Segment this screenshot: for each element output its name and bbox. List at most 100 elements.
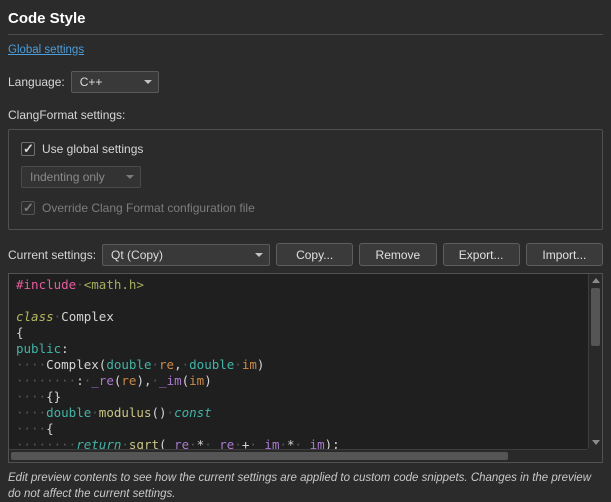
language-combo-value: C++ xyxy=(80,75,103,89)
code-preview-editor[interactable]: #include·<math.h> class·Complex{public:·… xyxy=(8,273,603,463)
horizontal-scroll-thumb[interactable] xyxy=(11,452,508,460)
code-token-ws: ········ xyxy=(16,437,76,449)
code-token-plain: Complex( xyxy=(46,357,106,372)
code-token-ws: · xyxy=(204,437,212,449)
global-settings-link[interactable]: Global settings xyxy=(8,44,84,56)
code-token-param: im xyxy=(242,357,257,372)
code-token-plain: Complex xyxy=(61,309,114,324)
code-token-str: <math.h> xyxy=(84,277,144,292)
code-line: class·Complex xyxy=(16,309,587,325)
code-line: ····Complex(double·re,·double·im) xyxy=(16,357,587,373)
page-title: Code Style xyxy=(8,10,603,27)
code-token-mem: _im xyxy=(257,437,280,449)
code-token-plain: , xyxy=(174,357,182,372)
chevron-down-icon xyxy=(144,80,152,84)
current-settings-label: Current settings: xyxy=(8,248,96,262)
code-line: ····{ xyxy=(16,421,587,437)
code-line: public: xyxy=(16,341,587,357)
code-token-plain: * xyxy=(287,437,295,449)
indenting-only-combo-value: Indenting only xyxy=(30,170,105,184)
code-token-plain: ( xyxy=(159,437,167,449)
code-token-param: re xyxy=(159,357,174,372)
code-token-ws: · xyxy=(189,437,197,449)
code-token-plain: : xyxy=(61,341,69,356)
code-token-plain: ) xyxy=(204,373,212,388)
checkbox-checked-icon xyxy=(21,201,35,215)
scrollbar-corner xyxy=(587,449,602,462)
code-token-ws: ········ xyxy=(16,373,76,388)
indenting-only-combo[interactable]: Indenting only xyxy=(21,166,141,188)
code-token-mem: _im xyxy=(159,373,182,388)
code-line xyxy=(16,293,587,309)
code-token-fn: sqrt xyxy=(129,437,159,449)
code-token-ws: · xyxy=(182,357,190,372)
code-token-plain: { xyxy=(46,421,54,436)
language-combo[interactable]: C++ xyxy=(71,71,159,93)
code-token-mem: _re xyxy=(91,373,114,388)
clangformat-settings-label: ClangFormat settings: xyxy=(8,108,603,122)
vertical-scrollbar[interactable] xyxy=(588,274,602,449)
code-token-param: re xyxy=(121,373,136,388)
code-line: ········return·sqrt(_re·*·_re·+·_im·*·_i… xyxy=(16,437,587,449)
code-token-kw: public xyxy=(16,341,61,356)
override-clang-format-checkbox[interactable]: Override Clang Format configuration file xyxy=(21,201,590,215)
language-label: Language: xyxy=(8,75,65,89)
scroll-down-arrow-icon[interactable] xyxy=(589,437,603,449)
import-button[interactable]: Import... xyxy=(526,243,603,266)
code-token-ws: · xyxy=(249,437,257,449)
code-token-ws: ···· xyxy=(16,357,46,372)
language-row: Language: C++ xyxy=(8,71,603,93)
export-button[interactable]: Export... xyxy=(443,243,520,266)
code-token-plain: ) xyxy=(257,357,265,372)
current-settings-combo-value: Qt (Copy) xyxy=(111,248,163,262)
remove-button[interactable]: Remove xyxy=(359,243,436,266)
horizontal-scrollbar[interactable] xyxy=(9,449,587,462)
code-token-ws: · xyxy=(295,437,303,449)
code-token-ws: · xyxy=(91,405,99,420)
code-line: ········:·_re(re),·_im(im) xyxy=(16,373,587,389)
code-token-mem: _re xyxy=(167,437,190,449)
code-token-mem: _im xyxy=(302,437,325,449)
code-token-ws: · xyxy=(279,437,287,449)
code-token-ws: ···· xyxy=(16,421,46,436)
code-token-plain: {} xyxy=(46,389,61,404)
current-settings-row: Current settings: Qt (Copy) Copy... Remo… xyxy=(8,243,603,266)
code-token-kw: double xyxy=(106,357,151,372)
current-settings-combo[interactable]: Qt (Copy) xyxy=(102,244,270,266)
chevron-down-icon xyxy=(126,175,134,179)
code-token-plain: ); xyxy=(325,437,340,449)
code-token-plain: ), xyxy=(136,373,151,388)
chevron-down-icon xyxy=(255,253,263,257)
use-global-settings-checkbox[interactable]: Use global settings xyxy=(21,142,590,156)
code-token-ws: · xyxy=(121,437,129,449)
checkbox-checked-icon xyxy=(21,142,35,156)
code-line: ····double·modulus()·const xyxy=(16,405,587,421)
code-token-ws: · xyxy=(234,357,242,372)
title-separator xyxy=(8,34,603,35)
code-token-pp: #include xyxy=(16,277,76,292)
code-line: ····{} xyxy=(16,389,587,405)
code-token-ws: · xyxy=(167,405,175,420)
copy-button[interactable]: Copy... xyxy=(276,243,353,266)
scroll-up-arrow-icon[interactable] xyxy=(589,274,603,286)
footer-note: Edit preview contents to see how the cur… xyxy=(8,471,603,502)
code-token-ws: · xyxy=(151,357,159,372)
clangformat-groupbox: Use global settings Indenting only Overr… xyxy=(8,129,603,230)
code-token-kwi: return xyxy=(76,437,121,449)
code-token-param: im xyxy=(189,373,204,388)
code-token-kw: double xyxy=(46,405,91,420)
vertical-scroll-thumb[interactable] xyxy=(591,288,600,346)
code-token-plain: () xyxy=(151,405,166,420)
code-token-mem: _re xyxy=(212,437,235,449)
code-token-kw: double xyxy=(189,357,234,372)
code-token-ws: · xyxy=(76,277,84,292)
code-line: #include·<math.h> xyxy=(16,277,587,293)
code-token-ws: ···· xyxy=(16,389,46,404)
code-area[interactable]: #include·<math.h> class·Complex{public:·… xyxy=(9,274,587,449)
code-style-page: Code Style Global settings Language: C++… xyxy=(0,0,611,498)
use-global-settings-label: Use global settings xyxy=(42,142,143,156)
code-token-ws: · xyxy=(234,437,242,449)
code-token-kwi: const xyxy=(174,405,212,420)
override-clang-format-label: Override Clang Format configuration file xyxy=(42,201,255,215)
code-token-cls: class xyxy=(16,309,54,324)
